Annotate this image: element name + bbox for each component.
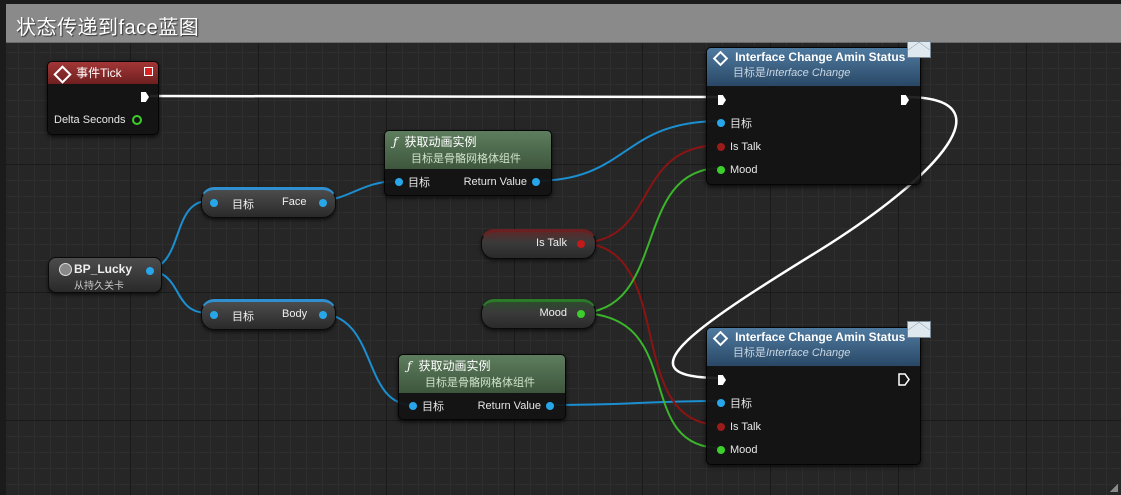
body-output-pin[interactable] xyxy=(319,311,327,319)
iface-bottom-subtitle: 目标是Interface Change xyxy=(715,344,914,360)
face-output-pin[interactable] xyxy=(319,199,327,207)
body-target-label: 目标 xyxy=(232,311,254,323)
iface-top-exec-out-row[interactable] xyxy=(896,92,914,108)
iface-bottom-subtitle-target: Interface Change xyxy=(766,347,851,359)
iface-top-istalk-label: Is Talk xyxy=(730,141,761,153)
anim-face-return-label: Return Value xyxy=(463,176,527,188)
anim-body-target-label: 目标 xyxy=(422,401,444,413)
iface-bottom-subtitle-prefix: 目标是 xyxy=(733,347,766,359)
iface-bottom-target-label: 目标 xyxy=(730,398,752,410)
get-anim-instance-face-node[interactable]: ƒ 获取动画实例 目标是骨骼网格体组件 目标 Return Value xyxy=(384,130,552,196)
comment-resize-handle[interactable] xyxy=(1110,484,1118,492)
iface-bottom-mood-pin[interactable] xyxy=(717,446,725,454)
anim-face-target-row[interactable]: 目标 xyxy=(391,174,430,190)
anim-body-return-label: Return Value xyxy=(477,400,541,412)
iface-top-title: Interface Change Amin Status xyxy=(735,50,906,64)
interface-change-bottom-node[interactable]: Interface Change Amin Status 目标是Interfac… xyxy=(706,321,931,465)
anim-body-return-row[interactable]: Return Value xyxy=(478,398,559,414)
anim-body-target-pin[interactable] xyxy=(409,402,417,410)
iface-bottom-mood-label: Mood xyxy=(730,444,758,456)
comment-header[interactable]: 状态传递到face蓝图 xyxy=(6,4,1121,43)
exec-out-pin[interactable] xyxy=(141,92,149,102)
envelope-icon xyxy=(907,321,931,338)
anim-face-target-label: 目标 xyxy=(408,177,430,189)
iface-bottom-istalk-row[interactable]: Is Talk xyxy=(713,419,761,435)
envelope-icon xyxy=(907,41,931,58)
bp-lucky-subtitle: 从持久关卡 xyxy=(74,281,124,292)
iface-top-subtitle: 目标是Interface Change xyxy=(715,64,914,80)
iface-bottom-header[interactable]: Interface Change Amin Status 目标是Interfac… xyxy=(707,328,920,366)
iface-top-exec-out-pin[interactable] xyxy=(901,95,909,105)
bp-lucky-name: BP_Lucky xyxy=(74,262,133,276)
event-tick-exec-out[interactable] xyxy=(136,89,154,105)
delegate-pin[interactable] xyxy=(144,67,153,76)
iface-bottom-exec-out-row[interactable] xyxy=(894,371,914,387)
iface-top-subtitle-prefix: 目标是 xyxy=(733,67,766,79)
iface-bottom-istalk-label: Is Talk xyxy=(730,421,761,433)
delta-seconds-pin-row[interactable]: Delta Seconds xyxy=(54,112,147,128)
delta-seconds-label: Delta Seconds xyxy=(54,114,126,126)
delta-seconds-pin[interactable] xyxy=(131,115,142,125)
anim-body-title: 获取动画实例 xyxy=(418,359,491,373)
anim-body-return-pin[interactable] xyxy=(546,402,554,410)
iface-bottom-exec-in-row[interactable] xyxy=(713,372,731,388)
iface-top-exec-in-pin[interactable] xyxy=(718,95,726,105)
is-talk-var-pin[interactable] xyxy=(577,240,585,248)
comment-title: 状态传递到face蓝图 xyxy=(16,17,200,39)
iface-top-subtitle-target: Interface Change xyxy=(766,67,851,79)
get-anim-instance-body-node[interactable]: ƒ 获取动画实例 目标是骨骼网格体组件 目标 Return Value xyxy=(398,354,566,420)
iface-bottom-target-row[interactable]: 目标 xyxy=(713,395,752,411)
interface-change-top-node[interactable]: Interface Change Amin Status 目标是Interfac… xyxy=(706,41,931,185)
event-tick-header[interactable]: 事件Tick xyxy=(48,62,158,84)
anim-face-subtitle: 目标是骨骼网格体组件 xyxy=(411,153,521,165)
body-target-pin[interactable] xyxy=(210,311,218,319)
iface-top-mood-label: Mood xyxy=(730,164,758,176)
iface-top-target-pin[interactable] xyxy=(717,119,725,127)
face-target-label: 目标 xyxy=(232,199,254,211)
graph-grid[interactable] xyxy=(6,43,1121,495)
body-getter-node[interactable]: 目标 Body xyxy=(201,299,336,330)
mood-var-pin[interactable] xyxy=(577,310,585,318)
anim-face-header[interactable]: ƒ 获取动画实例 目标是骨骼网格体组件 xyxy=(385,131,551,169)
face-target-pin[interactable] xyxy=(210,199,218,207)
iface-bottom-istalk-pin[interactable] xyxy=(717,423,725,431)
bp-lucky-node[interactable]: BP_Lucky 从持久关卡 xyxy=(48,257,162,293)
iface-bottom-mood-row[interactable]: Mood xyxy=(713,442,758,458)
iface-bottom-target-pin[interactable] xyxy=(717,399,725,407)
anim-body-header[interactable]: ƒ 获取动画实例 目标是骨骼网格体组件 xyxy=(399,355,565,393)
event-tick-title: 事件Tick xyxy=(76,66,122,80)
anim-body-target-row[interactable]: 目标 xyxy=(405,398,444,414)
face-getter-node[interactable]: 目标 Face xyxy=(201,187,336,218)
body-output-label: Body xyxy=(282,308,308,320)
interface-icon xyxy=(712,50,729,66)
anim-face-target-pin[interactable] xyxy=(395,178,403,186)
function-icon: ƒ xyxy=(393,135,398,149)
iface-bottom-title: Interface Change Amin Status xyxy=(735,330,906,344)
iface-top-istalk-pin[interactable] xyxy=(717,143,725,151)
function-icon: ƒ xyxy=(407,359,412,373)
iface-top-target-label: 目标 xyxy=(730,118,752,130)
iface-bottom-exec-in-pin[interactable] xyxy=(718,375,726,385)
iface-top-header[interactable]: Interface Change Amin Status 目标是Interfac… xyxy=(707,48,920,86)
iface-top-exec-in-row[interactable] xyxy=(713,92,731,108)
anim-face-return-row[interactable]: Return Value xyxy=(464,174,545,190)
event-tick-node[interactable]: 事件Tick Delta Seconds xyxy=(47,61,159,135)
mood-variable-node[interactable]: Mood xyxy=(481,299,596,329)
anim-face-return-pin[interactable] xyxy=(532,178,540,186)
anim-face-title: 获取动画实例 xyxy=(404,135,477,149)
actor-icon xyxy=(59,263,72,276)
face-output-label: Face xyxy=(282,196,307,208)
bp-lucky-out-pin[interactable] xyxy=(146,267,154,275)
iface-top-istalk-row[interactable]: Is Talk xyxy=(713,139,761,155)
iface-top-mood-pin[interactable] xyxy=(717,166,725,174)
iface-top-mood-row[interactable]: Mood xyxy=(713,162,758,178)
iface-bottom-exec-out-pin[interactable] xyxy=(898,372,910,386)
event-icon xyxy=(53,64,72,84)
mood-var-label: Mood xyxy=(539,307,567,319)
interface-icon xyxy=(712,330,729,346)
is-talk-var-label: Is Talk xyxy=(536,237,567,249)
is-talk-variable-node[interactable]: Is Talk xyxy=(481,229,596,259)
iface-top-target-row[interactable]: 目标 xyxy=(713,115,752,131)
anim-body-subtitle: 目标是骨骼网格体组件 xyxy=(425,377,535,389)
